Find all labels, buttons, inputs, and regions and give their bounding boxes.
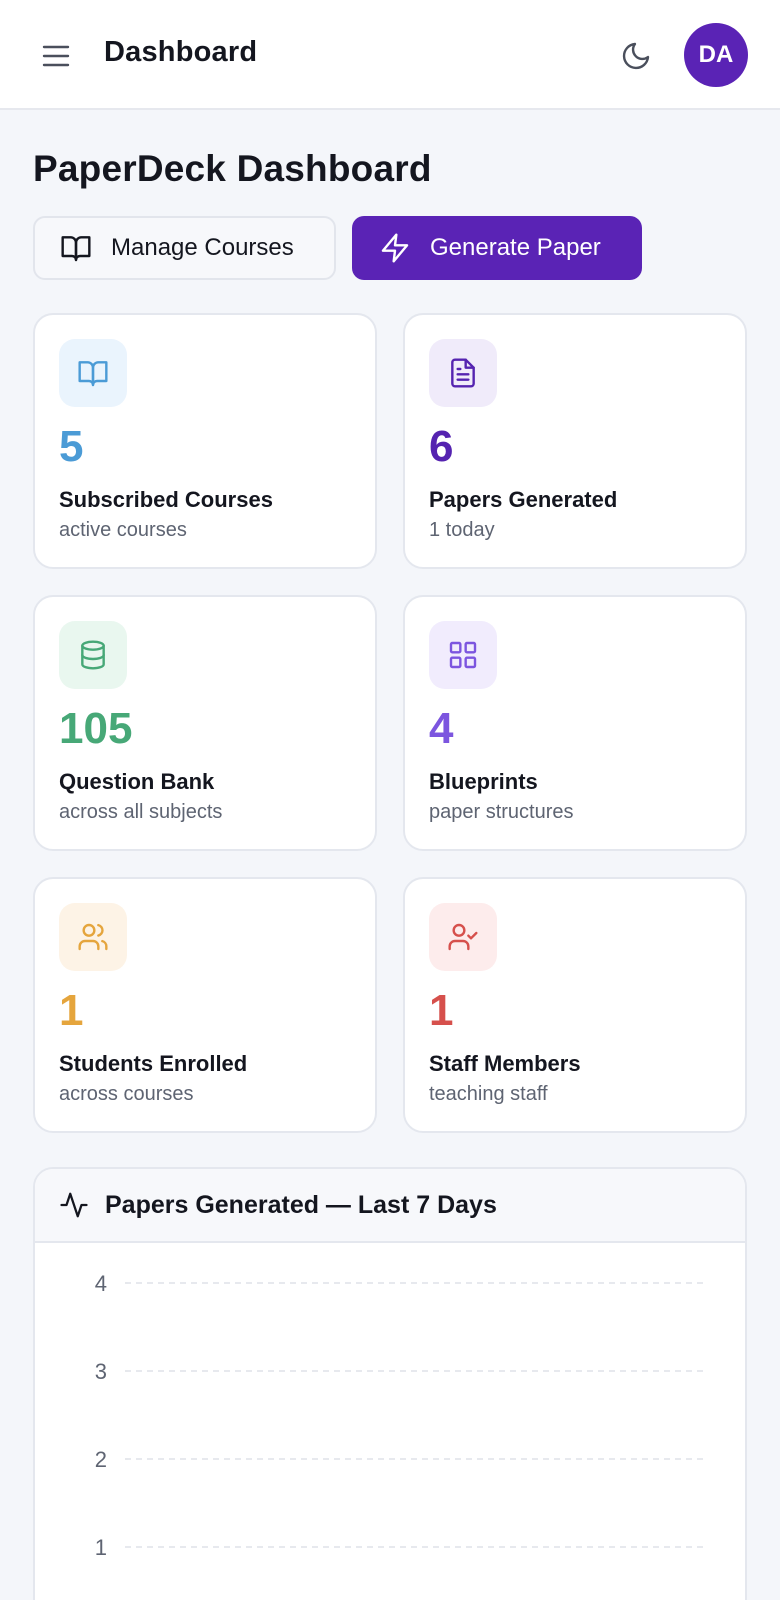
lightning-icon [378,231,412,265]
user-check-icon [429,903,497,971]
page-title: PaperDeck Dashboard [33,148,432,189]
stat-subtext: across courses [59,1083,194,1105]
stat-value: 4 [429,704,454,753]
stat-card-staff-members[interactable]: 1 Staff Members teaching staff [403,877,747,1133]
top-bar: Dashboard DA [0,0,780,110]
users-icon [59,903,127,971]
stat-card-students-enrolled[interactable]: 1 Students Enrolled across courses [33,877,377,1133]
stat-label: Subscribed Courses [59,487,273,512]
activity-icon [57,1188,91,1222]
stat-label: Blueprints [429,769,538,794]
stat-card-subscribed-courses[interactable]: 5 Subscribed Courses active courses [33,313,377,569]
hamburger-icon [42,45,70,67]
user-avatar[interactable]: DA [684,23,748,87]
manage-courses-button[interactable]: Manage Courses [33,216,336,280]
stat-card-question-bank[interactable]: 105 Question Bank across all subjects [33,595,377,851]
top-bar-title: Dashboard [104,36,258,68]
moon-icon [622,42,650,70]
stat-label: Papers Generated [429,487,618,512]
grid-icon [429,621,497,689]
chart-header: Papers Generated — Last 7 Days [35,1169,745,1243]
stat-value: 1 [429,986,454,1035]
stat-value: 1 [59,986,84,1035]
book-open-icon [59,339,127,407]
stat-subtext: 1 today [429,519,495,541]
stat-subtext: across all subjects [59,801,223,823]
theme-toggle-button[interactable] [614,34,658,78]
stat-label: Question Bank [59,769,215,794]
generate-paper-label: Generate Paper [430,234,601,261]
stat-label: Staff Members [429,1051,581,1076]
y-tick-label: 4 [95,1271,107,1296]
database-icon [59,621,127,689]
stat-subtext: active courses [59,519,187,541]
book-open-icon [59,231,93,265]
stat-value: 6 [429,422,454,471]
stat-value: 105 [59,704,133,753]
stat-label: Students Enrolled [59,1051,248,1076]
y-tick-label: 2 [95,1447,107,1472]
y-tick-label: 1 [95,1535,107,1560]
chart-plot-area: 4 3 2 1 [95,1271,707,1560]
stat-subtext: teaching staff [429,1083,548,1105]
stat-card-papers-generated[interactable]: 6 Papers Generated 1 today [403,313,747,569]
generate-paper-button[interactable]: Generate Paper [352,216,642,280]
menu-button[interactable] [34,34,78,78]
stat-card-blueprints[interactable]: 4 Blueprints paper structures [403,595,747,851]
stat-value: 5 [59,422,84,471]
manage-courses-label: Manage Courses [111,234,294,261]
chart-title: Papers Generated — Last 7 Days [105,1190,497,1219]
file-text-icon [429,339,497,407]
stat-subtext: paper structures [429,801,574,823]
y-tick-label: 3 [95,1359,107,1384]
papers-chart-card: Papers Generated — Last 7 Days 4 3 2 1 [33,1167,747,1600]
